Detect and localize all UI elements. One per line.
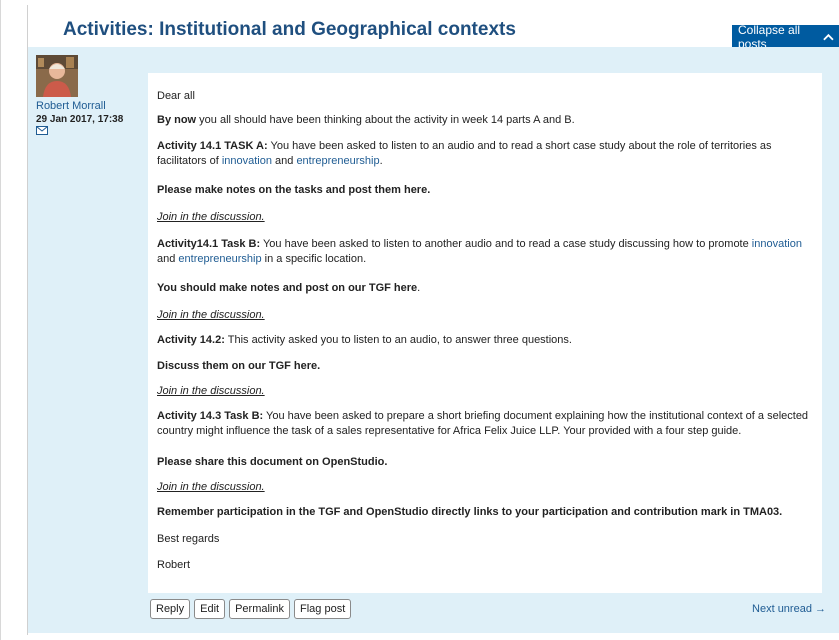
paragraph: Activity 14.3 Task B: You have been aske…	[157, 410, 809, 437]
forum-post: Robert Morrall 29 Jan 2017, 17:38 Dear a…	[28, 47, 839, 633]
author-name-link[interactable]: Robert Morrall	[36, 100, 148, 112]
paragraph: Activity14.1 Task B: You have been asked…	[157, 238, 802, 265]
join-discussion-link[interactable]: Join in the discussion.	[157, 481, 265, 493]
collapse-all-posts-button[interactable]: Collapse all posts	[732, 23, 839, 51]
innovation-link[interactable]: innovation	[752, 238, 802, 250]
innovation-link[interactable]: innovation	[222, 155, 272, 167]
paragraph: Activity 14.2: This activity asked you t…	[157, 334, 572, 346]
paragraph: Join in the discussion.	[157, 480, 813, 495]
paragraph: Please make notes on the tasks and post …	[157, 184, 431, 196]
signature: Robert	[157, 559, 191, 571]
paragraph: Remember participation in the TGF and Op…	[157, 506, 783, 518]
permalink-button[interactable]: Permalink	[229, 599, 290, 619]
paragraph: Join in the discussion.	[157, 210, 813, 225]
join-discussion-link[interactable]: Join in the discussion.	[157, 211, 265, 223]
left-frame-border	[0, 0, 1, 640]
entrepreneurship-link[interactable]: entrepreneurship	[178, 253, 261, 265]
avatar[interactable]	[36, 55, 78, 97]
edit-button[interactable]: Edit	[194, 599, 226, 619]
paragraph: Please share this document on OpenStudio…	[157, 456, 388, 468]
page-title: Activities: Institutional and Geographic…	[63, 19, 516, 40]
post-date: 29 Jan 2017, 17:38	[36, 114, 124, 125]
post-actions: Reply Edit Permalink Flag post	[150, 599, 352, 619]
discussion-thread: Activities: Institutional and Geographic…	[27, 5, 839, 635]
entrepreneurship-link[interactable]: entrepreneurship	[296, 155, 379, 167]
paragraph: By now you all should have been thinking…	[157, 114, 575, 126]
mail-icon[interactable]	[36, 126, 48, 135]
join-discussion-link[interactable]: Join in the discussion.	[157, 309, 265, 321]
paragraph: You should make notes and post on our TG…	[157, 282, 421, 294]
paragraph: Best regards	[157, 533, 220, 545]
flag-post-button[interactable]: Flag post	[294, 599, 352, 619]
greeting: Dear all	[157, 90, 195, 102]
paragraph: Discuss them on our TGF here.	[157, 360, 321, 372]
paragraph: Activity 14.1 TASK A: You have been aske…	[157, 140, 772, 167]
post-author-panel: Robert Morrall 29 Jan 2017, 17:38	[36, 55, 148, 135]
chevron-up-icon	[823, 33, 834, 40]
reply-button[interactable]: Reply	[150, 599, 191, 619]
post-content: Dear all By now you all should have been…	[148, 73, 822, 593]
paragraph: Join in the discussion.	[157, 308, 813, 323]
paragraph: Join in the discussion.	[157, 384, 813, 399]
join-discussion-link[interactable]: Join in the discussion.	[157, 385, 265, 397]
next-unread-link[interactable]: Next unread →	[752, 603, 826, 615]
